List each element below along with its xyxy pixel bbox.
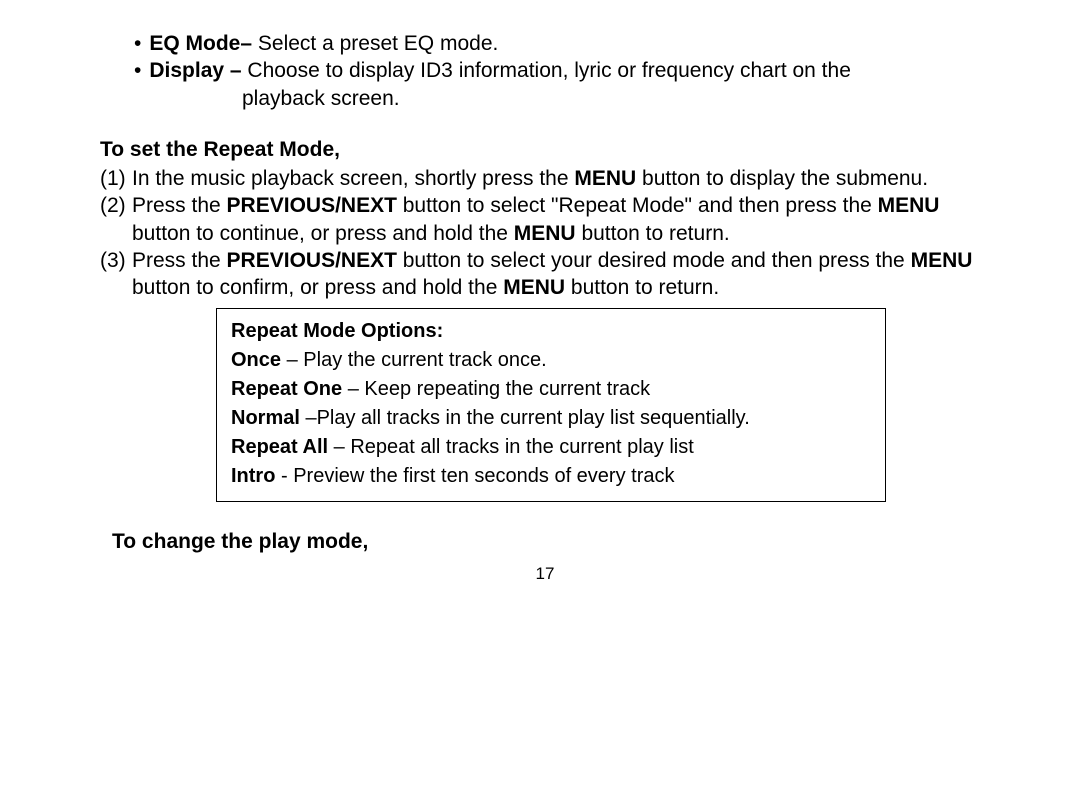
bullet-item: • EQ Mode– Select a preset EQ mode. [130, 30, 990, 57]
section-heading-play-mode: To change the play mode, [112, 528, 990, 555]
option-term: Intro [231, 465, 275, 487]
option-desc: Repeat all tracks in the current play li… [350, 436, 694, 458]
option-sep: – [328, 436, 350, 458]
option-term: Repeat One [231, 378, 342, 400]
step-item: (3) Press the PREVIOUS/NEXT button to se… [100, 247, 990, 302]
bullet-desc: Select a preset EQ mode. [252, 32, 498, 55]
option-item: Once – Play the current track once. [231, 346, 871, 375]
step-number: (2) [100, 192, 132, 247]
page-number: 17 [100, 563, 990, 585]
bullet-text: EQ Mode– Select a preset EQ mode. [149, 30, 498, 57]
numbered-steps: (1) In the music playback screen, shortl… [100, 165, 990, 301]
option-sep: – [281, 349, 303, 371]
options-title: Repeat Mode Options: [231, 317, 871, 346]
option-term: Repeat All [231, 436, 328, 458]
option-desc: Keep repeating the current track [364, 378, 650, 400]
step-body: Press the PREVIOUS/NEXT button to select… [132, 247, 990, 302]
option-item: Intro - Preview the first ten seconds of… [231, 462, 871, 491]
option-item: Repeat One – Keep repeating the current … [231, 375, 871, 404]
bullet-term: Display – [149, 59, 241, 82]
option-sep: – [342, 378, 364, 400]
bullet-icon: • [130, 30, 149, 57]
option-sep: – [300, 407, 317, 429]
option-desc: Play all tracks in the current play list… [317, 407, 750, 429]
step-item: (1) In the music playback screen, shortl… [100, 165, 990, 192]
bullet-icon: • [130, 57, 149, 84]
option-desc: Play the current track once. [303, 349, 546, 371]
step-body: Press the PREVIOUS/NEXT button to select… [132, 192, 990, 247]
bullet-text: Display – Choose to display ID3 informat… [149, 57, 851, 84]
bullet-item: • Display – Choose to display ID3 inform… [130, 57, 990, 84]
repeat-mode-options-box: Repeat Mode Options: Once – Play the cur… [216, 308, 886, 502]
bullet-list: • EQ Mode– Select a preset EQ mode. • Di… [130, 30, 990, 112]
bullet-term: EQ Mode– [149, 32, 252, 55]
option-term: Normal [231, 407, 300, 429]
bullet-continuation: playback screen. [130, 85, 990, 112]
option-sep: - [275, 465, 293, 487]
section-heading-repeat-mode: To set the Repeat Mode, [100, 136, 990, 163]
option-desc: Preview the first ten seconds of every t… [293, 465, 674, 487]
document-page: • EQ Mode– Select a preset EQ mode. • Di… [0, 0, 1080, 585]
option-term: Once [231, 349, 281, 371]
step-number: (3) [100, 247, 132, 302]
option-item: Normal –Play all tracks in the current p… [231, 404, 871, 433]
step-number: (1) [100, 165, 132, 192]
bullet-desc: Choose to display ID3 information, lyric… [242, 59, 851, 82]
step-item: (2) Press the PREVIOUS/NEXT button to se… [100, 192, 990, 247]
step-body: In the music playback screen, shortly pr… [132, 165, 990, 192]
option-item: Repeat All – Repeat all tracks in the cu… [231, 433, 871, 462]
